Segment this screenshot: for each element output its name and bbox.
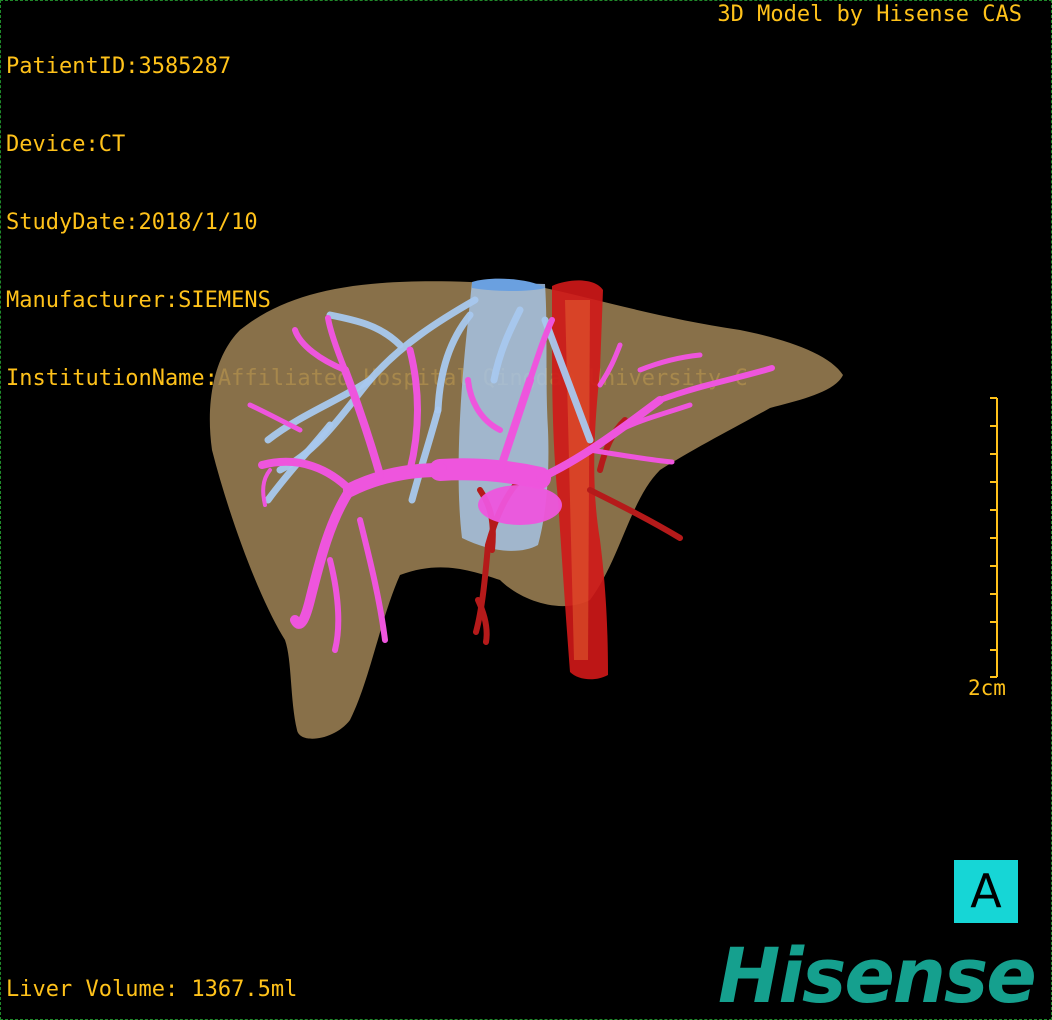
- scale-bar-label: 2cm: [968, 676, 1006, 700]
- liver-3d-model[interactable]: [0, 0, 1052, 1020]
- liver-volume-text: Liver Volume: 1367.5ml: [6, 977, 298, 1002]
- portal-vein-confluence: [478, 485, 562, 525]
- ivc-top-cap: [472, 278, 545, 291]
- orientation-marker[interactable]: A: [954, 860, 1018, 923]
- hisense-logo: Hisense: [718, 931, 1037, 1020]
- scale-bar: [990, 397, 998, 678]
